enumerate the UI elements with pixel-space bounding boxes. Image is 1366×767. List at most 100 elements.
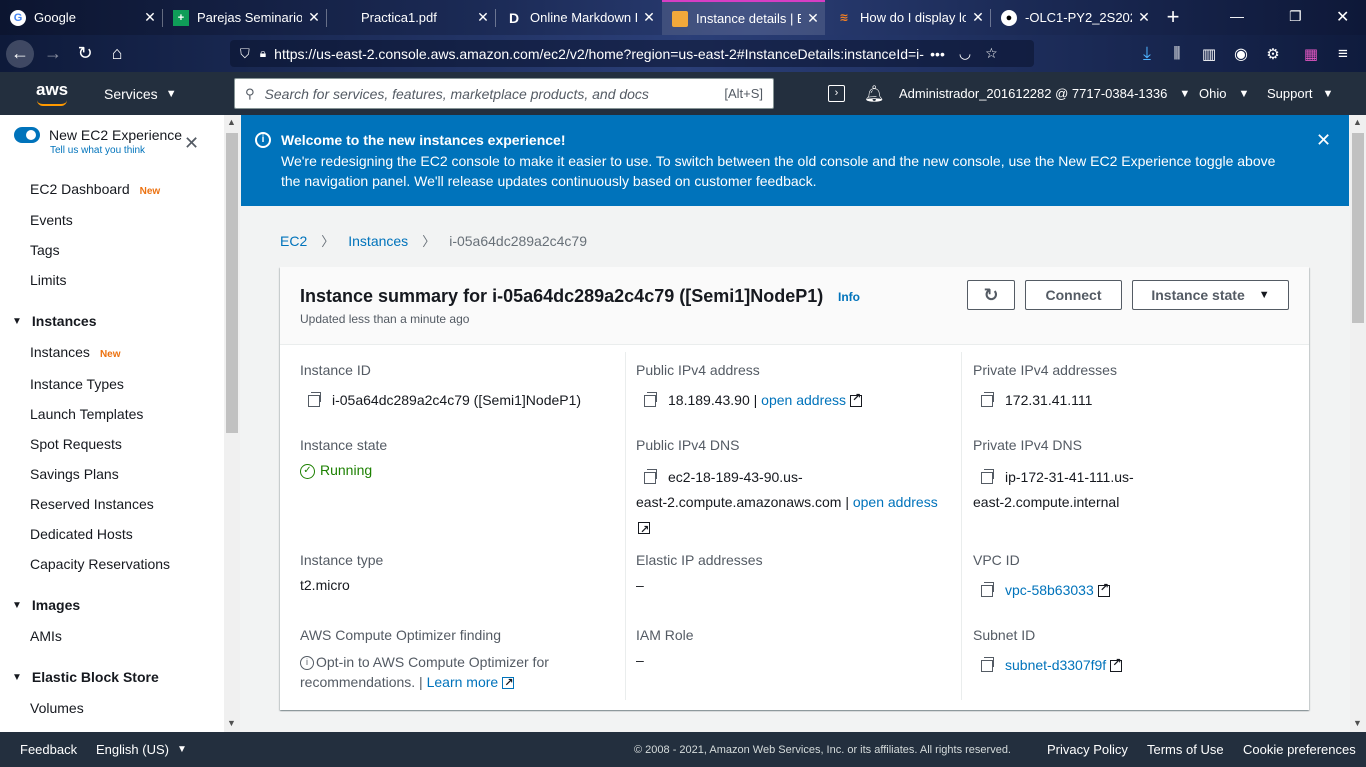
restore-window-icon[interactable]: ❐: [1289, 8, 1302, 25]
connect-button[interactable]: Connect: [1025, 280, 1122, 310]
terms-of-use-link[interactable]: Terms of Use: [1147, 732, 1224, 767]
extension-grid-icon[interactable]: ▦: [1296, 35, 1326, 72]
subnet-link[interactable]: subnet-d3307f9f: [1005, 657, 1106, 673]
close-tab-icon[interactable]: ✕: [637, 9, 661, 26]
close-tab-icon[interactable]: ✕: [138, 9, 162, 26]
external-link-icon[interactable]: [850, 391, 863, 408]
open-address-link[interactable]: open address: [853, 494, 938, 510]
learn-more-link[interactable]: Learn more: [427, 674, 499, 690]
close-tab-icon[interactable]: ✕: [302, 9, 326, 26]
sidebar-item-savings-plans[interactable]: Savings Plans: [30, 466, 119, 482]
sidebar-toggle-icon[interactable]: ▥: [1194, 35, 1224, 72]
sidebar-scroll-thumb[interactable]: [226, 133, 238, 433]
close-tab-icon[interactable]: ✕: [801, 10, 825, 27]
region-menu[interactable]: Ohio ▼: [1199, 72, 1249, 115]
account-icon[interactable]: ◉: [1226, 35, 1256, 72]
external-link-icon[interactable]: [638, 518, 650, 543]
new-tab-icon[interactable]: +: [1160, 4, 1186, 30]
home-icon[interactable]: ⌂: [102, 35, 132, 72]
library-icon[interactable]: ⫼: [1162, 35, 1192, 72]
sidebar-item-events[interactable]: Events: [30, 212, 73, 228]
breadcrumb-instances[interactable]: Instances: [348, 233, 408, 249]
sidebar-item-tags[interactable]: Tags: [30, 242, 60, 258]
sidebar-item-limits[interactable]: Limits: [30, 272, 67, 288]
copy-icon[interactable]: [308, 392, 321, 408]
sidebar-item-dedicated-hosts[interactable]: Dedicated Hosts: [30, 526, 133, 542]
url-bar[interactable]: ⛉ 🔒︎ https://us-east-2.console.aws.amazo…: [230, 40, 1034, 67]
language-selector[interactable]: English (US) ▼: [96, 732, 187, 767]
close-banner-icon[interactable]: ✕: [1316, 130, 1331, 151]
copy-icon[interactable]: [644, 469, 657, 485]
external-link-icon[interactable]: [1110, 656, 1123, 673]
scroll-up-icon[interactable]: ▲: [227, 117, 236, 127]
copy-icon[interactable]: [981, 392, 994, 408]
main-scroll-thumb[interactable]: [1352, 133, 1364, 323]
account-menu[interactable]: Administrador_201612282 @ 7717-0384-1336…: [899, 72, 1190, 115]
back-icon[interactable]: ←: [4, 35, 36, 72]
downloads-icon[interactable]: ⤓: [1132, 35, 1162, 72]
sidebar-item-launch-templates[interactable]: Launch Templates: [30, 406, 143, 422]
close-sidebar-icon[interactable]: ✕: [184, 133, 199, 154]
browser-tab-instance-details[interactable]: Instance details | EC ✕: [662, 0, 825, 35]
sidebar-item-capacity-reservations[interactable]: Capacity Reservations: [30, 556, 170, 572]
page-actions-icon[interactable]: •••: [930, 46, 945, 62]
sidebar-item-volumes[interactable]: Volumes: [30, 700, 84, 716]
pocket-icon[interactable]: ◡: [959, 45, 971, 62]
close-tab-icon[interactable]: ✕: [966, 9, 990, 26]
browser-tab-github[interactable]: ● -OLC1-PY2_2S2020 ✕: [991, 0, 1156, 35]
services-menu-button[interactable]: Services ▼: [104, 72, 177, 115]
notifications-bell-icon[interactable]: 🔔︎: [864, 72, 884, 115]
open-address-link[interactable]: open address: [761, 392, 846, 408]
sidebar-scrollbar[interactable]: ▲ ▼: [224, 115, 240, 732]
copy-icon[interactable]: [981, 582, 994, 598]
refresh-button[interactable]: ↻: [967, 280, 1015, 310]
breadcrumb-ec2[interactable]: EC2: [280, 233, 307, 249]
copy-icon[interactable]: [981, 469, 994, 485]
search-input[interactable]: ⚲ Search for services, features, marketp…: [234, 78, 774, 109]
browser-tab-pdf[interactable]: Practica1.pdf ✕: [327, 0, 495, 35]
browser-tab-markdown[interactable]: D Online Markdown E ✕: [496, 0, 661, 35]
copy-icon[interactable]: [644, 392, 657, 408]
new-experience-toggle[interactable]: [14, 127, 40, 143]
main-scrollbar[interactable]: ▲ ▼: [1350, 115, 1366, 732]
cookie-preferences-link[interactable]: Cookie preferences: [1243, 732, 1356, 767]
privacy-policy-link[interactable]: Privacy Policy: [1047, 732, 1128, 767]
page-info-icon[interactable]: ⛉: [240, 46, 250, 62]
browser-tab-google[interactable]: G Google ✕: [0, 0, 162, 35]
cloudshell-icon[interactable]: ›: [828, 72, 845, 115]
close-tab-icon[interactable]: ✕: [471, 9, 495, 26]
url-text[interactable]: https://us-east-2.console.aws.amazon.com…: [274, 46, 924, 62]
scroll-down-icon[interactable]: ▼: [1353, 718, 1362, 728]
scroll-up-icon[interactable]: ▲: [1353, 117, 1362, 127]
copy-icon[interactable]: [981, 657, 994, 673]
sidebar-item-instances[interactable]: Instances New: [30, 344, 121, 360]
menu-icon[interactable]: ≡: [1328, 35, 1358, 72]
sidebar-section-elastic-block-store[interactable]: ▼ Elastic Block Store: [12, 669, 159, 685]
feedback-link[interactable]: Feedback: [20, 732, 77, 767]
browser-tab-stackoverflow[interactable]: ≋ How do I display lo ✕: [826, 0, 990, 35]
aws-logo[interactable]: aws: [36, 80, 72, 106]
extensions-icon[interactable]: ⚙: [1258, 35, 1288, 72]
scroll-down-icon[interactable]: ▼: [227, 718, 236, 728]
sidebar-item-amis[interactable]: AMIs: [30, 628, 62, 644]
sidebar-section-images[interactable]: ▼ Images: [12, 597, 80, 613]
vpc-link[interactable]: vpc-58b63033: [1005, 582, 1094, 598]
sidebar-item-reserved-instances[interactable]: Reserved Instances: [30, 496, 154, 512]
forward-icon[interactable]: →: [38, 35, 68, 72]
close-tab-icon[interactable]: ✕: [1132, 9, 1156, 26]
instance-state-button[interactable]: Instance state ▼: [1132, 280, 1289, 310]
browser-tab-parejas[interactable]: + Parejas Seminario d ✕: [163, 0, 326, 35]
support-menu[interactable]: Support ▼: [1267, 72, 1333, 115]
sidebar-item-spot-requests[interactable]: Spot Requests: [30, 436, 122, 452]
minimize-window-icon[interactable]: —: [1230, 8, 1244, 24]
info-link[interactable]: Info: [838, 290, 860, 304]
external-link-icon[interactable]: [502, 673, 515, 693]
reload-icon[interactable]: ↻: [70, 35, 100, 72]
close-window-icon[interactable]: ✕: [1336, 7, 1349, 27]
bookmark-star-icon[interactable]: ☆: [985, 45, 998, 62]
sidebar-item-instance-types[interactable]: Instance Types: [30, 376, 124, 392]
sidebar-item-ec2-dashboard[interactable]: EC2 Dashboard New: [30, 181, 160, 197]
tell-us-link[interactable]: Tell us what you think: [50, 145, 145, 156]
sidebar-section-instances[interactable]: ▼ Instances: [12, 313, 97, 329]
external-link-icon[interactable]: [1097, 581, 1110, 598]
